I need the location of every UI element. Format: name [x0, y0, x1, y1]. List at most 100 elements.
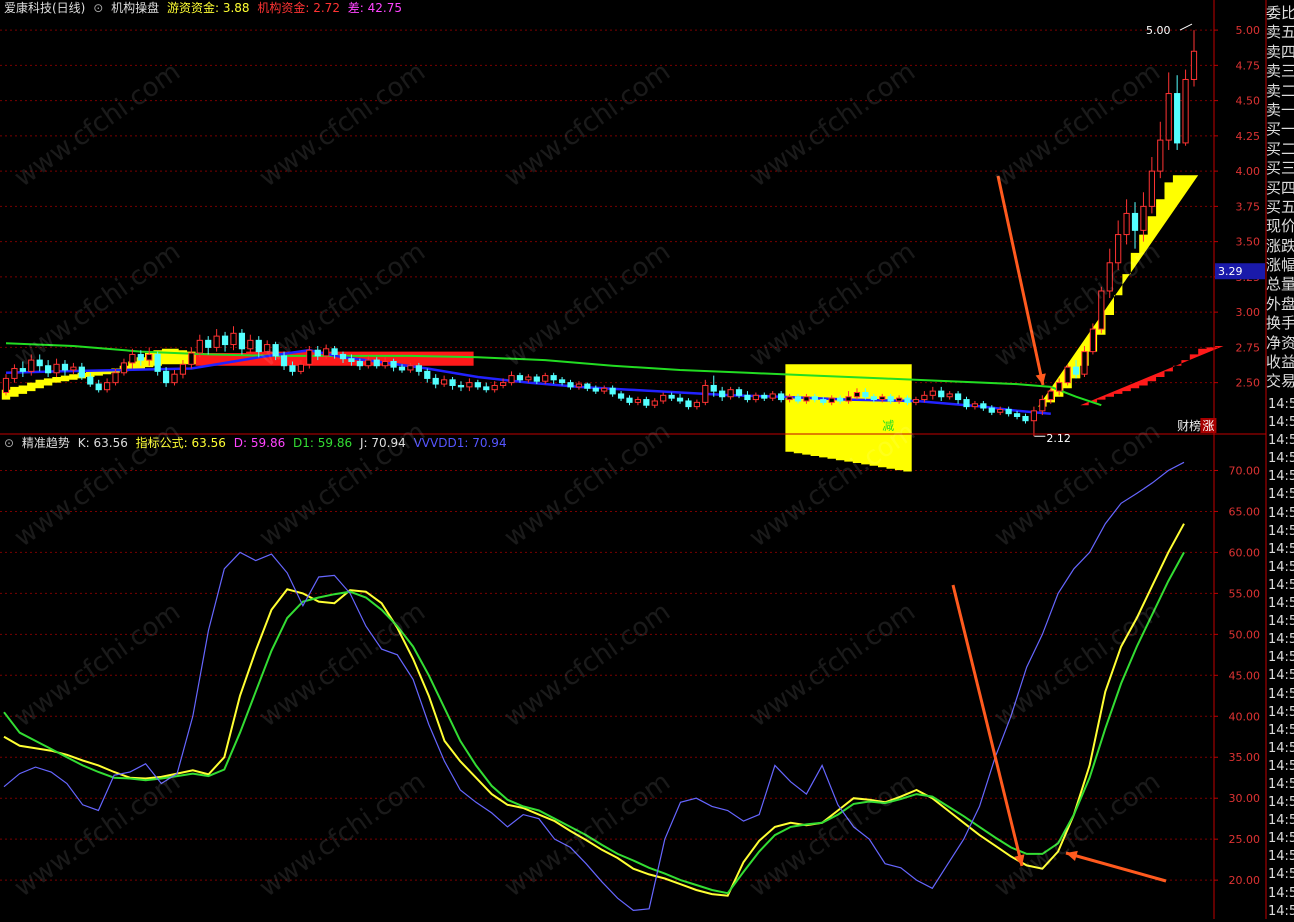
low-price-label: 2.12: [1046, 432, 1071, 445]
candle-body: [1047, 390, 1054, 401]
candle-body: [786, 396, 793, 401]
candle-body: [660, 394, 667, 402]
y-tick-label: 55.00: [1229, 587, 1261, 600]
candle-body: [870, 396, 877, 401]
candle-body: [365, 359, 372, 367]
trade-time: 14:5: [1268, 813, 1294, 829]
quote-label[interactable]: 买四: [1266, 179, 1294, 198]
y-tick-label: 20.00: [1229, 874, 1261, 887]
candle-body: [575, 383, 583, 388]
trade-time: 14:5: [1268, 668, 1294, 684]
quote-label[interactable]: 涨幅: [1266, 256, 1294, 275]
candle-body: [567, 382, 574, 388]
quote-label[interactable]: 买五: [1266, 198, 1294, 217]
candle-body: [516, 375, 524, 381]
indicator-name[interactable]: 机构操盘: [111, 1, 159, 15]
d-line: [3, 551, 1185, 895]
quote-label[interactable]: 卖四: [1266, 43, 1294, 62]
quote-label[interactable]: 净资: [1266, 334, 1294, 353]
candle-body: [744, 394, 751, 401]
candle-body: [971, 403, 979, 408]
quote-label[interactable]: 收益: [1266, 353, 1294, 372]
candle-body: [61, 363, 69, 371]
candle-body: [162, 370, 170, 384]
candle-body: [2, 377, 10, 394]
candle-body: [441, 379, 448, 385]
hot-money-label: 游资资金:: [166, 1, 219, 15]
candle-body: [845, 396, 852, 402]
quote-label[interactable]: 换手: [1266, 314, 1294, 333]
candle-body: [702, 384, 709, 403]
trade-time: 14:5: [1268, 795, 1294, 811]
candle-body: [643, 399, 650, 406]
candle-body: [1081, 351, 1088, 375]
yellow-ribbon: [1038, 175, 1199, 407]
trade-time: 14:5: [1268, 577, 1294, 593]
quote-label[interactable]: 买一: [1266, 120, 1294, 139]
candle-body: [230, 332, 237, 346]
quote-label[interactable]: 现价: [1266, 217, 1294, 236]
candle-body: [87, 376, 94, 385]
trade-time: 14:5: [1268, 505, 1294, 521]
candle-body: [1148, 170, 1155, 207]
trade-time: 14:5: [1268, 758, 1294, 774]
quote-label[interactable]: 总量: [1266, 275, 1294, 294]
indicator-title[interactable]: 精准趋势: [22, 436, 70, 450]
ribbon-layer: [1, 175, 1224, 472]
j-line: [3, 461, 1185, 912]
quote-label[interactable]: 卖二: [1266, 82, 1294, 101]
red-ribbon: [1080, 346, 1224, 406]
candle-body: [146, 353, 153, 361]
y-tick-label: 4.00: [1236, 165, 1261, 178]
candle-body: [668, 394, 675, 399]
y-tick-label: 5.00: [1236, 24, 1261, 37]
quote-label[interactable]: 卖三: [1266, 62, 1294, 81]
candle-body: [735, 389, 743, 396]
candle-body: [719, 390, 726, 398]
y-tick-label: 25.00: [1229, 833, 1261, 846]
candle-body: [474, 382, 481, 388]
candle-body: [1140, 205, 1147, 231]
y-tick-label: 45.00: [1229, 669, 1261, 682]
quote-label[interactable]: 买三: [1266, 159, 1294, 178]
quote-label[interactable]: 卖五: [1266, 23, 1294, 42]
candle-body: [390, 360, 397, 368]
signal-label: 财榜: [1177, 418, 1201, 433]
indicator-toggle-icon[interactable]: ⊙: [93, 1, 103, 15]
y-tick-label: 35.00: [1229, 751, 1261, 764]
candle-body: [634, 399, 642, 403]
y-tick-label: 3.75: [1236, 200, 1261, 213]
candle-body: [238, 332, 246, 350]
trade-time: 14:5: [1268, 722, 1294, 738]
candle-body: [533, 376, 540, 382]
j-label: J:: [359, 436, 368, 450]
candle-body: [1039, 399, 1046, 412]
y-tick-label: 4.25: [1236, 130, 1261, 143]
quote-label[interactable]: 交易: [1266, 372, 1294, 391]
candle-body: [213, 335, 220, 348]
candle-body: [693, 401, 701, 408]
candle-body: [36, 359, 43, 367]
annotation-arrow-shaft: [951, 584, 1024, 867]
quote-label[interactable]: 委比: [1266, 4, 1294, 23]
trade-time: 14:5: [1268, 596, 1294, 612]
candle-body: [609, 387, 616, 395]
candle-body: [811, 396, 818, 401]
y-tick-label: 3.00: [1236, 306, 1261, 319]
quote-label[interactable]: 外盘: [1266, 295, 1294, 314]
trade-time: 14:5: [1268, 903, 1294, 919]
candle-body: [778, 393, 785, 401]
quote-label[interactable]: 涨跌: [1266, 237, 1294, 256]
quote-label[interactable]: 卖一: [1266, 101, 1294, 120]
candle-body: [921, 394, 928, 401]
indicator-header: ⊙ 精准趋势 K: 63.56 指标公式: 63.56 D: 59.86 D1:…: [4, 435, 511, 451]
y-tick-label: 60.00: [1229, 546, 1261, 559]
candle-body: [306, 349, 313, 365]
indicator-toggle-icon[interactable]: ⊙: [4, 436, 14, 450]
candle-body: [1022, 415, 1029, 422]
candle-body: [28, 359, 35, 372]
candle-body: [904, 397, 911, 403]
quote-label[interactable]: 买二: [1266, 140, 1294, 159]
stock-title[interactable]: 爱康科技(日线): [4, 1, 85, 15]
candle-body: [895, 397, 903, 402]
